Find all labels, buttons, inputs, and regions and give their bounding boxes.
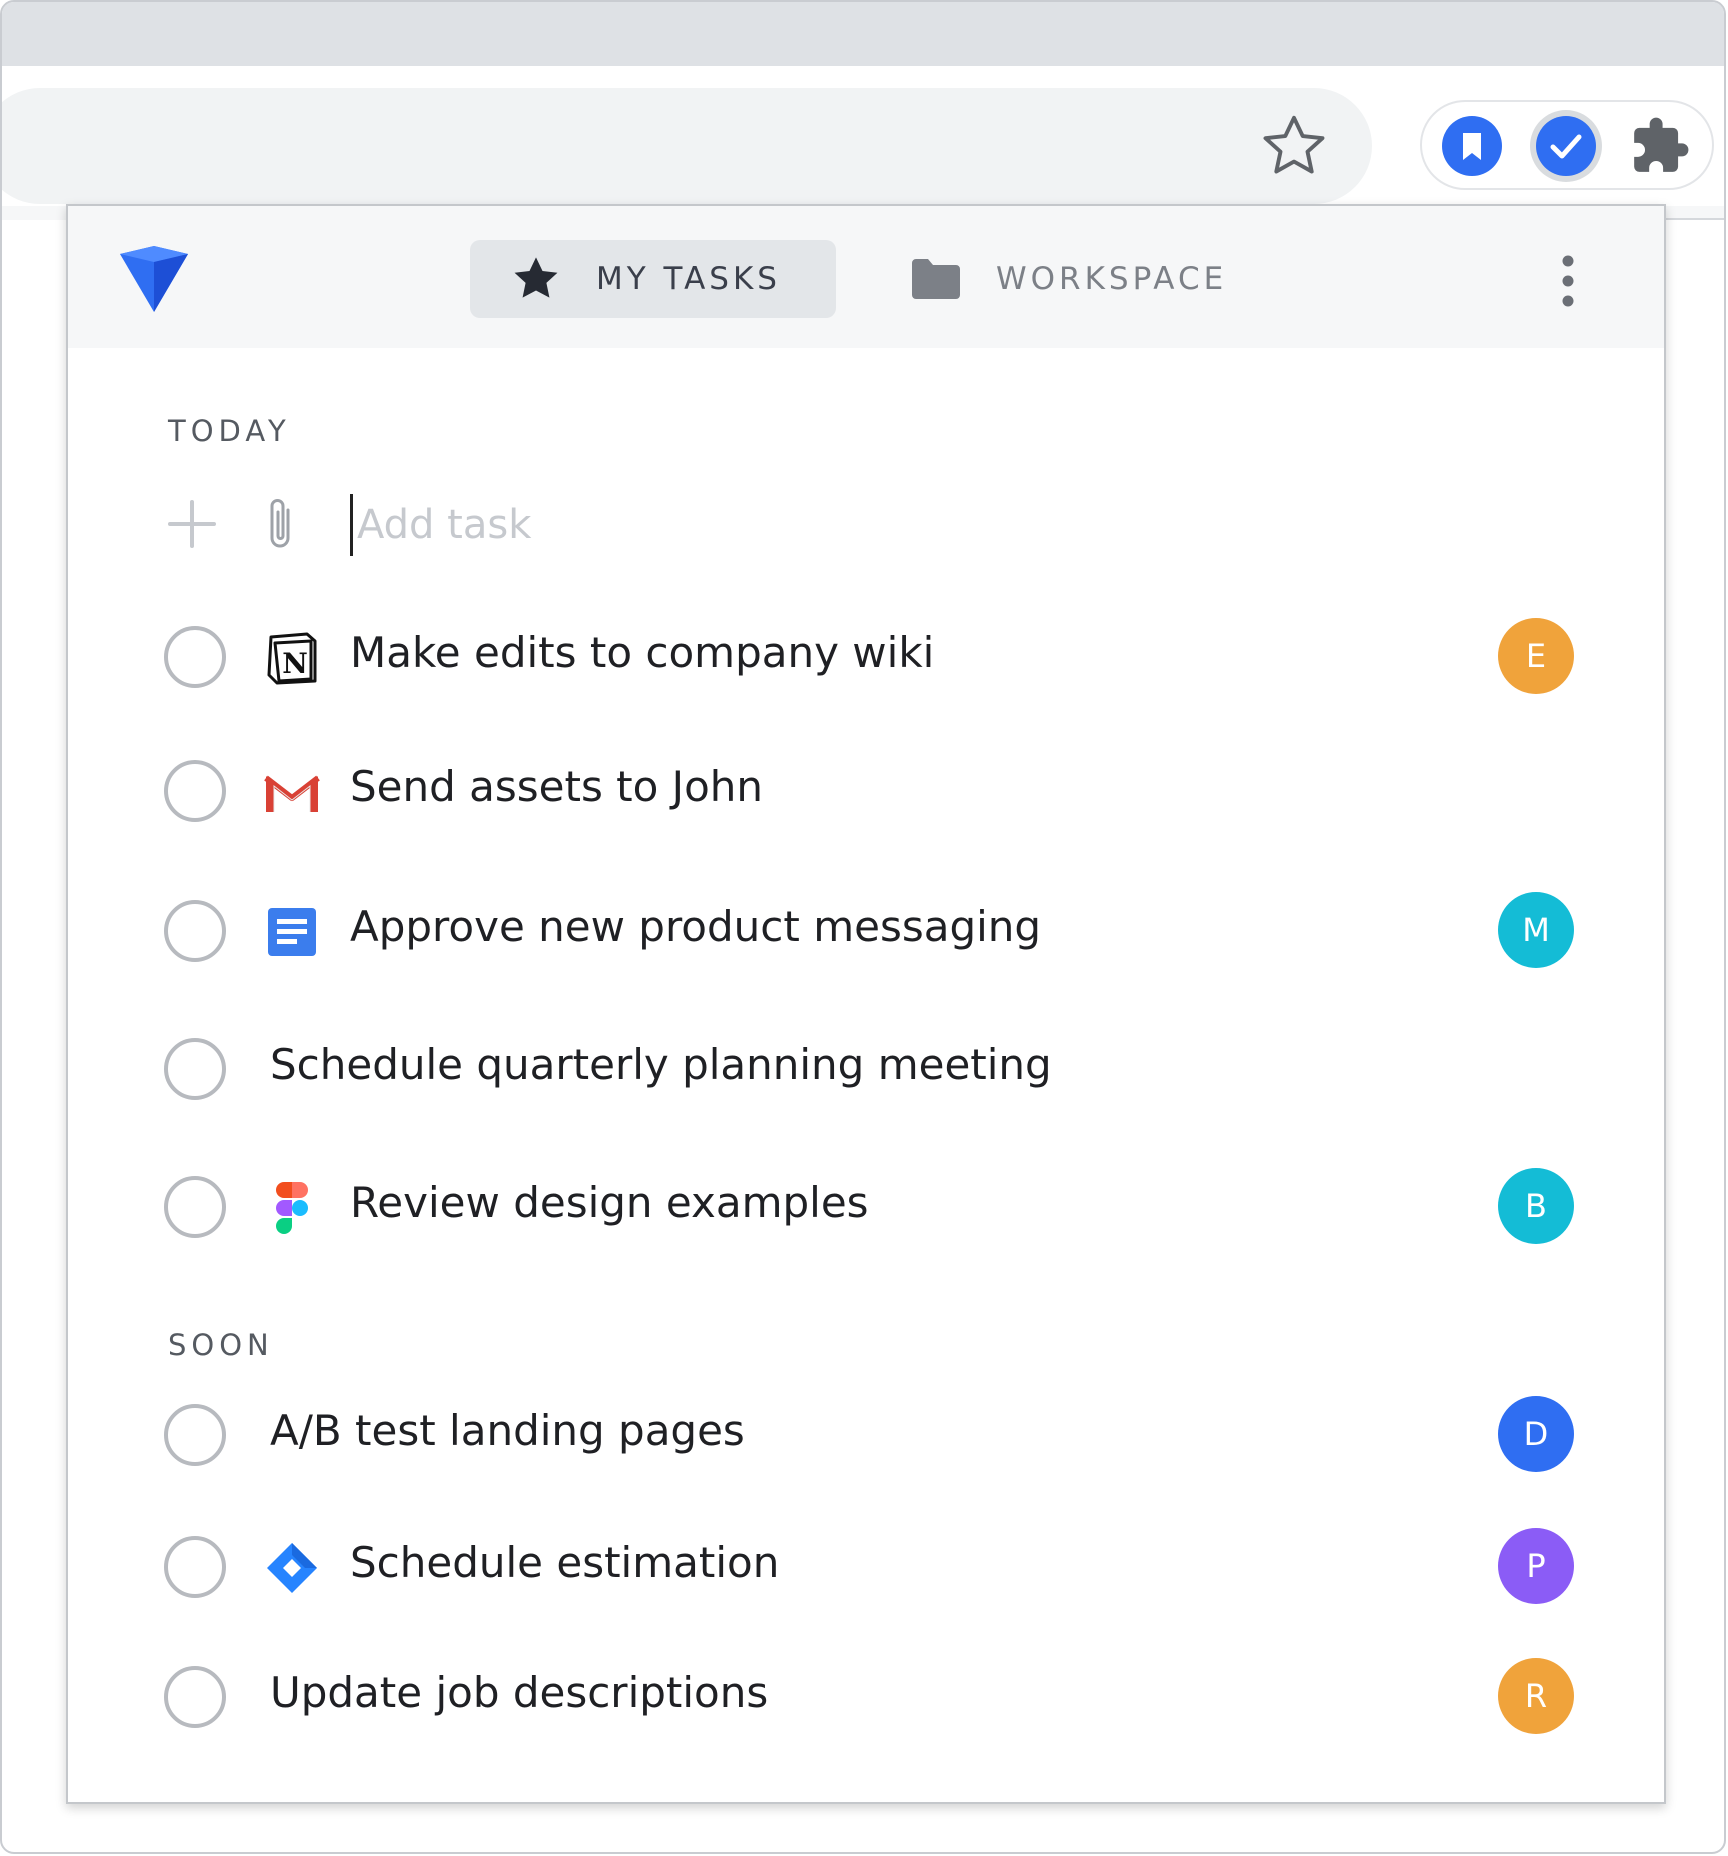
browser-toolbar <box>2 66 1724 206</box>
task-row[interactable]: Schedule quarterly planning meeting <box>164 1026 1544 1116</box>
tab-my-tasks[interactable]: MY TASKS <box>470 240 836 318</box>
google-docs-icon <box>264 904 320 960</box>
task-checkbox[interactable] <box>164 1666 226 1728</box>
gmail-icon <box>264 764 320 820</box>
assignee-avatar[interactable]: D <box>1498 1396 1574 1472</box>
add-task-row <box>164 488 1364 568</box>
tab-label: WORKSPACE <box>996 261 1228 297</box>
task-row[interactable]: Update job descriptions R <box>164 1654 1574 1744</box>
tab-label: MY TASKS <box>596 261 781 297</box>
bookmark-extension-icon <box>1442 116 1502 176</box>
divider <box>1666 218 1724 220</box>
assignee-avatar[interactable]: P <box>1498 1528 1574 1604</box>
tasks-popup: MY TASKS WORKSPACE TODAY Add task N Make… <box>66 204 1666 1804</box>
attachment-paperclip-icon[interactable] <box>262 494 298 554</box>
star-icon <box>514 257 558 298</box>
task-title: Approve new product messaging <box>350 902 1042 951</box>
task-row[interactable]: N Make edits to company wiki E <box>164 614 1574 704</box>
task-checkbox[interactable] <box>164 1404 226 1466</box>
assignee-avatar[interactable]: B <box>1498 1168 1574 1244</box>
add-task-input[interactable] <box>350 494 1259 556</box>
assignee-avatar[interactable]: E <box>1498 618 1574 694</box>
task-checkbox[interactable] <box>164 760 226 822</box>
task-row[interactable]: A/B test landing pages D <box>164 1392 1574 1482</box>
extensions-menu-button[interactable] <box>1624 110 1696 182</box>
more-options-icon[interactable] <box>1548 246 1588 316</box>
section-title-soon: SOON <box>168 1328 274 1362</box>
extensions-puzzle-icon <box>1634 117 1689 172</box>
task-title: Review design examples <box>350 1178 869 1227</box>
task-title: Update job descriptions <box>270 1668 769 1717</box>
address-bar[interactable] <box>2 88 1372 204</box>
figma-icon <box>264 1180 320 1236</box>
notion-icon: N <box>264 630 320 686</box>
browser-tab-strip <box>2 2 1724 66</box>
task-checkbox[interactable] <box>164 1038 226 1100</box>
task-row[interactable]: Review design examples B <box>164 1164 1574 1254</box>
add-task-plus-icon[interactable] <box>164 496 220 552</box>
task-checkbox[interactable] <box>164 900 226 962</box>
task-row[interactable]: Approve new product messaging M <box>164 888 1574 978</box>
task-title: Schedule estimation <box>350 1538 780 1587</box>
tasks-extension-icon <box>1536 116 1596 176</box>
tab-workspace[interactable]: WORKSPACE <box>896 240 1256 318</box>
bookmark-star-icon[interactable] <box>1254 106 1334 186</box>
popup-header: MY TASKS WORKSPACE <box>68 206 1664 348</box>
task-title: Schedule quarterly planning meeting <box>270 1040 1052 1089</box>
svg-text:N: N <box>282 647 308 680</box>
task-title: Send assets to John <box>350 762 764 811</box>
folder-icon <box>912 259 960 299</box>
assignee-avatar[interactable]: R <box>1498 1658 1574 1734</box>
task-title: A/B test landing pages <box>270 1406 745 1455</box>
task-row[interactable]: Schedule estimation P <box>164 1524 1574 1614</box>
browser-window: MY TASKS WORKSPACE TODAY Add task N Make… <box>0 0 1726 1854</box>
tasks-extension-button[interactable] <box>1530 110 1602 182</box>
assignee-avatar[interactable]: M <box>1498 892 1574 968</box>
task-checkbox[interactable] <box>164 626 226 688</box>
app-logo-icon <box>114 240 194 320</box>
section-title-today: TODAY <box>168 414 291 448</box>
task-row[interactable]: Send assets to John <box>164 748 1544 838</box>
jira-icon <box>264 1540 320 1596</box>
task-checkbox[interactable] <box>164 1176 226 1238</box>
extensions-area <box>1420 100 1714 190</box>
task-checkbox[interactable] <box>164 1536 226 1598</box>
task-title: Make edits to company wiki <box>350 628 935 677</box>
bookmark-extension-button[interactable] <box>1436 110 1508 182</box>
